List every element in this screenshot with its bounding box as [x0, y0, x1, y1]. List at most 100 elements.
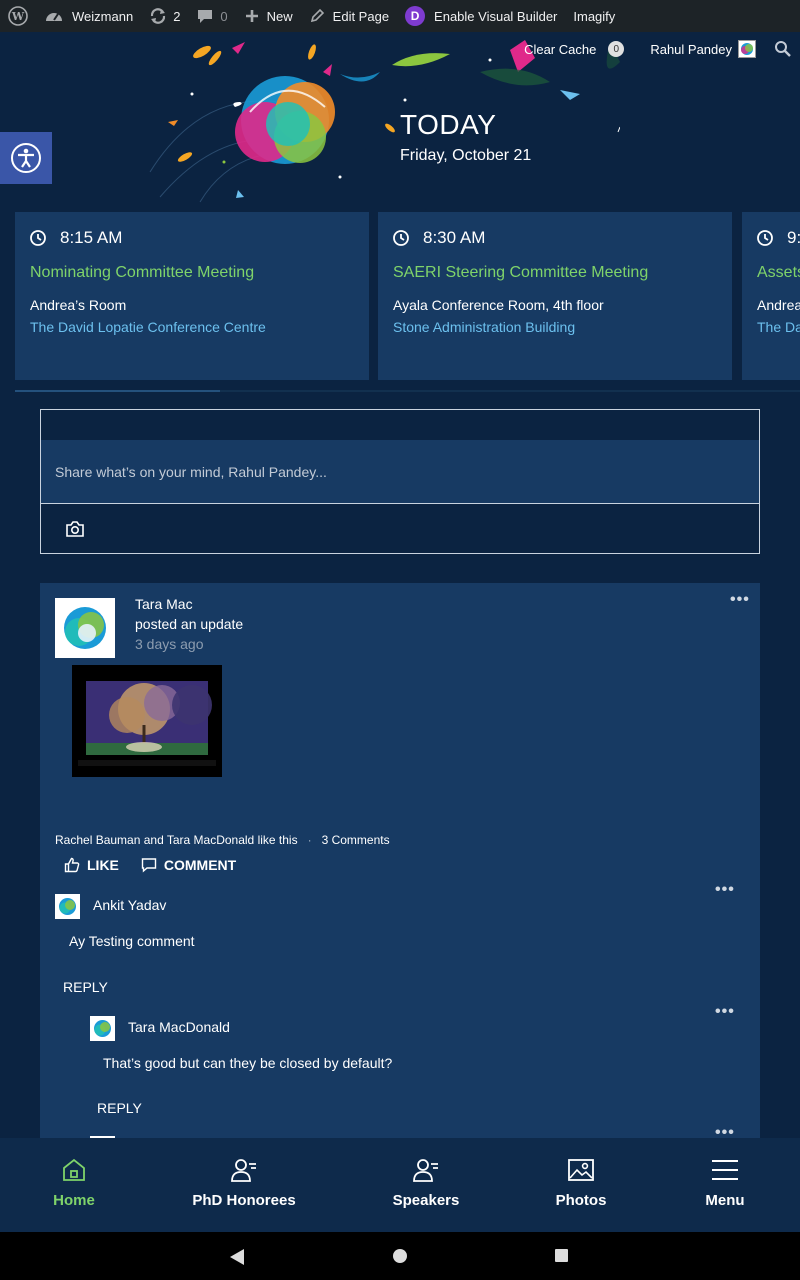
post-more-options-icon[interactable]: •••	[730, 591, 750, 609]
wordpress-icon: W	[8, 6, 28, 26]
author-avatar[interactable]	[55, 598, 115, 658]
back-icon[interactable]	[228, 1248, 246, 1266]
like-button[interactable]: LIKE	[64, 857, 119, 873]
person-list-icon	[412, 1156, 440, 1184]
home-circle-icon[interactable]	[392, 1248, 408, 1264]
likes-text[interactable]: Rachel Bauman and Tara MacDonald like th…	[55, 833, 298, 847]
event-time: 9:	[757, 228, 800, 248]
divi-icon: D	[405, 6, 426, 26]
recents-square-icon[interactable]	[554, 1248, 569, 1263]
nav-speakers[interactable]: Speakers	[386, 1138, 466, 1232]
dashboard-icon	[46, 13, 62, 21]
whats-new-form: Share what’s on your mind, Rahul Pandey.…	[40, 409, 760, 554]
bottom-navigation: Home PhD Honorees Speakers Photos Menu	[0, 1138, 800, 1232]
post-timestamp[interactable]: 3 days ago	[135, 636, 204, 652]
event-building-link[interactable]: Stone Administration Building	[393, 319, 717, 335]
clock-icon	[30, 230, 46, 246]
comment-bubble-icon	[198, 10, 213, 23]
accessibility-icon	[11, 143, 41, 173]
nav-menu[interactable]: Menu	[695, 1138, 755, 1232]
home-icon	[61, 1156, 87, 1184]
event-time: 8:15 AM	[30, 228, 354, 248]
admin-bar: W Weizmann 2 0 New Edit Page D Enable Vi…	[0, 0, 800, 32]
postbox-toolbar	[41, 504, 759, 553]
event-card[interactable]: 8:30 AM SAERI Steering Committee Meeting…	[378, 212, 732, 380]
event-time-text: 8:30 AM	[423, 228, 486, 247]
user-avatar[interactable]	[738, 40, 756, 58]
site-name: Weizmann	[72, 8, 134, 24]
search-icon[interactable]	[774, 40, 792, 58]
logo-icon	[94, 1020, 111, 1037]
imagify-label: Imagify	[573, 8, 616, 24]
postbox-header	[41, 410, 759, 440]
user-name[interactable]: Rahul Pandey	[650, 42, 732, 57]
events-carousel[interactable]: 8:15 AM Nominating Committee Meeting And…	[0, 212, 800, 392]
comment-button[interactable]: COMMENT	[141, 857, 236, 873]
post-author-link[interactable]: Tara Mac	[135, 596, 193, 612]
commenter-avatar[interactable]	[90, 1016, 115, 1041]
nav-phd-honorees-label: PhD Honorees	[192, 1192, 296, 1209]
updates-button[interactable]: 2	[141, 0, 188, 32]
event-title[interactable]: Assets	[757, 264, 800, 282]
comment-text: Ay Testing comment	[69, 933, 195, 949]
today-heading: TODAY	[400, 109, 497, 140]
refresh-icon	[151, 8, 166, 24]
post-actions: LIKE COMMENT	[64, 857, 236, 873]
accessibility-button[interactable]	[0, 132, 52, 184]
nav-speakers-label: Speakers	[392, 1192, 460, 1209]
event-card[interactable]: 9: Assets Andrea The Da	[742, 212, 800, 380]
plus-icon	[245, 10, 258, 22]
commenter-avatar[interactable]	[55, 894, 80, 919]
nav-photos[interactable]: Photos	[546, 1138, 616, 1232]
meta-separator: ·	[307, 833, 312, 847]
imagify-button[interactable]: Imagify	[565, 0, 623, 32]
today-date: Friday, October 21	[400, 147, 532, 164]
comments-button[interactable]: 0	[188, 0, 235, 32]
clock-icon	[393, 230, 409, 246]
event-time-text: 8:15 AM	[60, 228, 123, 247]
commenter-name[interactable]: Tara MacDonald	[128, 1019, 230, 1035]
event-time-text: 9:	[787, 228, 800, 247]
event-title[interactable]: SAERI Steering Committee Meeting	[393, 264, 717, 282]
comment-more-options-icon[interactable]: •••	[715, 881, 735, 899]
whats-new-placeholder: Share what’s on your mind, Rahul Pandey.…	[55, 463, 327, 480]
visual-builder-button[interactable]: D Enable Visual Builder	[397, 0, 565, 32]
logo-icon	[741, 43, 753, 55]
hero-header: Clear Cache 0 Rahul Pandey TODAY Friday,…	[0, 32, 800, 212]
clear-cache-button[interactable]: Clear Cache	[524, 42, 596, 57]
svg-text:W: W	[11, 10, 25, 23]
camera-icon[interactable]	[65, 520, 85, 538]
wordpress-logo-button[interactable]: W	[0, 0, 36, 32]
activity-item: Tara Mac posted an update 3 days ago •••…	[40, 583, 760, 1143]
whats-new-input[interactable]: Share what’s on your mind, Rahul Pandey.…	[41, 440, 759, 504]
image-icon	[567, 1156, 595, 1184]
comments-count-link[interactable]: 3 Comments	[322, 833, 390, 847]
updates-count: 2	[173, 8, 181, 24]
post-photo[interactable]	[72, 665, 222, 777]
reply-button[interactable]: REPLY	[63, 979, 108, 995]
nav-home[interactable]: Home	[44, 1138, 104, 1232]
event-building-link[interactable]: The Da	[757, 319, 800, 335]
logo-icon	[64, 607, 106, 649]
event-room: Andrea	[757, 297, 800, 313]
reply-button[interactable]: REPLY	[97, 1100, 142, 1116]
post-meta-line: Rachel Bauman and Tara MacDonald like th…	[55, 833, 390, 847]
event-card[interactable]: 8:15 AM Nominating Committee Meeting And…	[15, 212, 369, 380]
event-time: 8:30 AM	[393, 228, 717, 248]
thumbs-up-icon	[64, 857, 80, 873]
edit-page-label: Edit Page	[332, 8, 390, 24]
carousel-scroll-thumb[interactable]	[15, 390, 220, 392]
logo-icon	[59, 898, 76, 915]
site-name-button[interactable]: Weizmann	[36, 0, 141, 32]
edit-page-button[interactable]: Edit Page	[301, 0, 397, 32]
clock-icon	[757, 230, 773, 246]
nav-photos-label: Photos	[555, 1192, 607, 1209]
comment-more-options-icon[interactable]: •••	[715, 1003, 735, 1021]
new-content-button[interactable]: New	[236, 0, 301, 32]
visual-builder-label: Enable Visual Builder	[434, 8, 558, 24]
event-title[interactable]: Nominating Committee Meeting	[30, 264, 354, 282]
comment-label: COMMENT	[163, 857, 237, 873]
nav-phd-honorees[interactable]: PhD Honorees	[184, 1138, 304, 1232]
commenter-name[interactable]: Ankit Yadav	[93, 897, 166, 913]
event-building-link[interactable]: The David Lopatie Conference Centre	[30, 319, 354, 335]
